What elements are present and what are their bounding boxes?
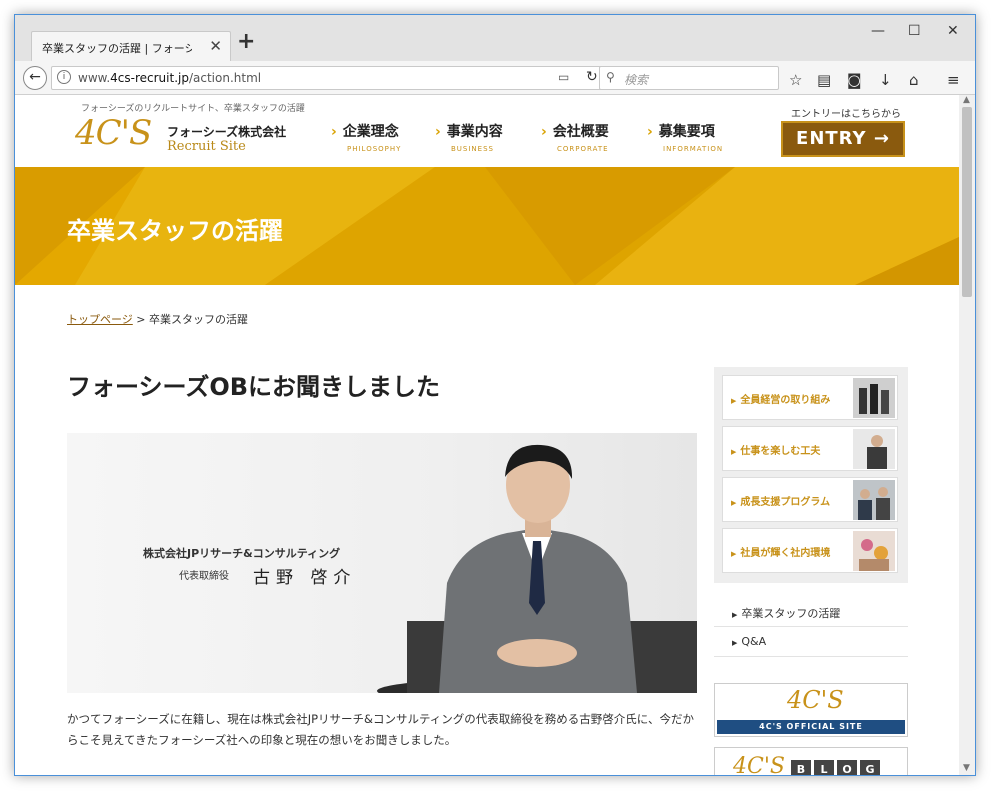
search-placeholder: 検索 bbox=[624, 73, 649, 87]
triangle-right-icon: ▶ bbox=[731, 550, 737, 558]
banner-title: 卒業スタッフの活躍 bbox=[67, 217, 283, 245]
info-icon[interactable]: i bbox=[57, 70, 71, 84]
blog-logo: 4C'S bbox=[733, 754, 785, 776]
nav-bar: ← i www.4cs-recruit.jp/action.html ▭ ↻ ⚲… bbox=[15, 61, 975, 95]
nav-item-corporate[interactable]: › 会社概要 CORPORATE bbox=[541, 121, 609, 153]
scroll-up-icon[interactable]: ▲ bbox=[963, 95, 970, 105]
close-window-icon[interactable]: ✕ bbox=[947, 23, 959, 39]
sidebar-card-management[interactable]: ▶ 全員経営の取り組み bbox=[722, 375, 898, 420]
official-site-label: 4C'S OFFICIAL SITE bbox=[717, 720, 905, 734]
official-site-banner[interactable]: 4C'S 4C'S OFFICIAL SITE bbox=[714, 683, 908, 737]
intro-paragraph: かつてフォーシーズに在籍し、現在は株式会社JPリサーチ&コンサルティングの代表取… bbox=[67, 712, 694, 747]
tab-title: 卒業スタッフの活躍 | フォーシーズ... bbox=[42, 42, 192, 55]
search-icon: ⚲ bbox=[606, 70, 615, 84]
hero-person-name: 古野 啓介 bbox=[253, 568, 357, 588]
new-tab-icon[interactable]: + bbox=[237, 29, 255, 54]
library-icon[interactable]: ▤ bbox=[817, 71, 831, 89]
sidebar-link-graduates[interactable]: ▶ 卒業スタッフの活躍 bbox=[714, 597, 908, 627]
logo-subtitle[interactable]: Recruit Site bbox=[167, 139, 246, 154]
hero-company-name: 株式会社JPリサーチ&コンサルティング bbox=[143, 547, 341, 560]
hero-role: 代表取締役 bbox=[179, 571, 229, 582]
entry-button[interactable]: ENTRY → bbox=[781, 121, 905, 157]
back-icon[interactable]: ← bbox=[23, 66, 47, 90]
nav-item-philosophy[interactable]: › 企業理念 PHILOSOPHY bbox=[331, 121, 401, 153]
triangle-right-icon: ▶ bbox=[731, 499, 737, 507]
tab-close-icon[interactable]: ✕ bbox=[209, 37, 222, 55]
nav-item-information[interactable]: › 募集要項 INFORMATION bbox=[647, 121, 723, 153]
nav-item-business[interactable]: › 事業内容 BUSINESS bbox=[435, 121, 503, 153]
thumbnail-image bbox=[853, 480, 895, 520]
hero-image: 株式会社JPリサーチ&コンサルティング 代表取締役 古野 啓介 bbox=[67, 433, 697, 693]
sidebar-card-office-environment[interactable]: ▶ 社員が輝く社内環境 bbox=[722, 528, 898, 573]
chevron-right-icon: › bbox=[647, 124, 653, 140]
breadcrumb-separator: > bbox=[136, 313, 146, 326]
title-bar: 卒業スタッフの活躍 | フォーシーズ... ✕ + — ☐ ✕ bbox=[15, 15, 975, 61]
triangle-right-icon: ▶ bbox=[731, 397, 737, 405]
triangle-right-icon: ▶ bbox=[731, 448, 737, 456]
page-title: フォーシーズOBにお聞きしました bbox=[67, 373, 441, 401]
download-icon[interactable]: ↓ bbox=[879, 71, 892, 89]
thumbnail-image bbox=[853, 531, 895, 571]
page-viewport: フォーシーズのリクルートサイト、卒業スタッフの活躍 4C'S フォーシーズ株式会… bbox=[15, 95, 959, 776]
breadcrumb: トップページ > 卒業スタッフの活躍 bbox=[67, 311, 248, 327]
logo-company-name[interactable]: フォーシーズ株式会社 bbox=[167, 123, 286, 140]
maximize-icon[interactable]: ☐ bbox=[908, 23, 921, 39]
scroll-thumb[interactable] bbox=[962, 107, 972, 297]
triangle-right-icon: ▶ bbox=[732, 639, 738, 647]
scroll-down-icon[interactable]: ▼ bbox=[963, 763, 970, 773]
pocket-icon[interactable]: ◙ bbox=[847, 71, 862, 89]
sidebar-card-enjoy-work[interactable]: ▶ 仕事を楽しむ工夫 bbox=[722, 426, 898, 471]
blog-letters: BLOG bbox=[791, 758, 883, 775]
triangle-right-icon: ▶ bbox=[732, 611, 738, 619]
sidebar-feature-box: ▶ 全員経営の取り組み ▶ 仕事を楽しむ工夫 ▶ 成長支援プログラム ▶ 社員が輝く社内… bbox=[714, 367, 908, 583]
bookmark-star-icon[interactable]: ☆ bbox=[789, 71, 802, 89]
breadcrumb-current: 卒業スタッフの活躍 bbox=[149, 313, 248, 326]
search-input[interactable]: ⚲ 検索 bbox=[599, 66, 779, 90]
chevron-right-icon: › bbox=[331, 124, 337, 140]
reader-view-icon[interactable]: ▭ bbox=[558, 70, 569, 84]
browser-tab[interactable]: 卒業スタッフの活躍 | フォーシーズ... ✕ bbox=[31, 31, 231, 61]
breadcrumb-home-link[interactable]: トップページ bbox=[67, 313, 133, 326]
chevron-right-icon: › bbox=[435, 124, 441, 140]
sidebar-card-growth-program[interactable]: ▶ 成長支援プログラム bbox=[722, 477, 898, 522]
thumbnail-image bbox=[853, 429, 895, 469]
blog-banner[interactable]: 4C'S BLOG bbox=[714, 747, 908, 776]
minimize-icon[interactable]: — bbox=[871, 23, 885, 39]
browser-window: 卒業スタッフの活躍 | フォーシーズ... ✕ + — ☐ ✕ ← i www.… bbox=[14, 14, 976, 776]
vertical-scrollbar[interactable]: ▲ ▼ bbox=[959, 95, 975, 775]
official-logo: 4C'S bbox=[787, 686, 844, 714]
url-text: www.4cs-recruit.jp/action.html bbox=[78, 71, 262, 85]
portrait-illustration bbox=[377, 444, 697, 693]
chevron-right-icon: › bbox=[541, 124, 547, 140]
site-logo[interactable]: 4C'S bbox=[75, 113, 152, 153]
page-banner: 卒業スタッフの活躍 bbox=[15, 167, 959, 285]
thumbnail-image bbox=[853, 378, 895, 418]
sidebar-link-qa[interactable]: ▶ Q&A bbox=[714, 627, 908, 657]
menu-icon[interactable]: ≡ bbox=[947, 71, 960, 89]
entry-note: エントリーはこちらから bbox=[791, 109, 901, 120]
reload-icon[interactable]: ↻ bbox=[586, 69, 598, 85]
home-icon[interactable]: ⌂ bbox=[909, 71, 919, 89]
url-bar[interactable]: i www.4cs-recruit.jp/action.html ▭ ↻ bbox=[51, 66, 607, 90]
